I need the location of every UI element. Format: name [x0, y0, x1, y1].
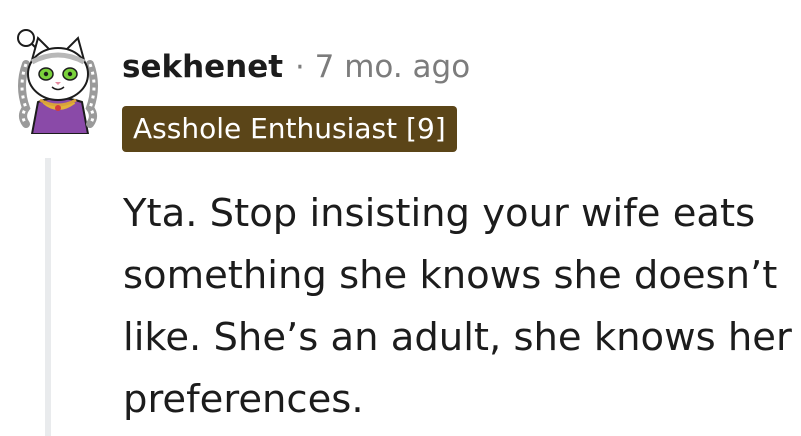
- user-flair-badge: Asshole Enthusiast [9]: [122, 106, 457, 152]
- comment-timestamp[interactable]: 7 mo. ago: [315, 49, 471, 85]
- user-avatar[interactable]: [8, 24, 108, 135]
- snoo-cat-avatar-icon: [17, 29, 98, 135]
- thread-line[interactable]: [45, 158, 51, 436]
- comment-meta: sekhenet · 7 mo. ago: [122, 44, 470, 90]
- comment-body-text: Yta. Stop insisting your wife eats somet…: [123, 191, 792, 422]
- username-link[interactable]: sekhenet: [122, 49, 283, 85]
- meta-separator: ·: [295, 49, 305, 85]
